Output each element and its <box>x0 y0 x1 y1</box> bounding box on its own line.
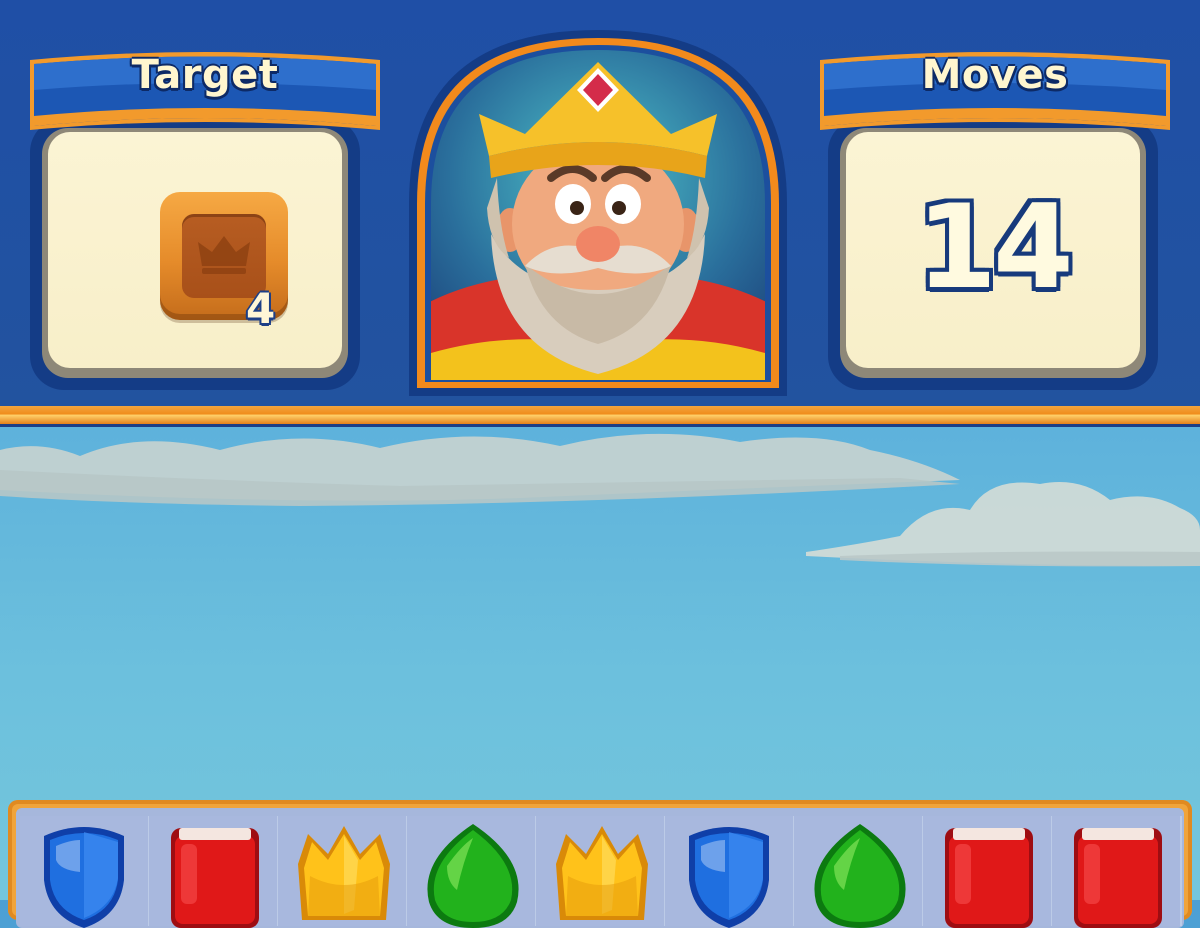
target-banner: Target <box>26 38 384 134</box>
board-cell[interactable] <box>407 816 537 928</box>
crown-emblem-icon <box>198 236 250 274</box>
yellow-crown-gem-icon[interactable] <box>288 820 400 928</box>
blue-shield-gem-icon[interactable] <box>675 820 787 928</box>
board-cell[interactable] <box>149 816 279 928</box>
moves-banner: Moves <box>816 38 1174 134</box>
target-panel-face: 4 <box>48 132 342 368</box>
cloud-right <box>806 482 1200 567</box>
board-cell[interactable] <box>665 816 795 928</box>
target-panel: 4 <box>30 118 360 390</box>
red-book-gem-icon[interactable] <box>1062 820 1174 928</box>
target-count: 4 <box>246 284 276 333</box>
red-book-gem-icon[interactable] <box>159 820 271 928</box>
board-cell[interactable] <box>536 816 666 926</box>
red-book-gem-icon[interactable] <box>933 820 1045 928</box>
board-cell[interactable] <box>20 816 150 928</box>
board-cell[interactable] <box>794 816 924 928</box>
target-panel-frame: 4 <box>42 128 348 378</box>
yellow-crown-gem-icon[interactable] <box>546 820 658 928</box>
moves-label: Moves <box>921 52 1069 98</box>
moves-counter: 14 <box>916 180 1073 315</box>
board-cell[interactable] <box>278 816 408 926</box>
green-leaf-gem-icon[interactable] <box>804 820 916 928</box>
moves-panel-frame: 14 <box>840 128 1146 378</box>
board-cell[interactable] <box>1052 816 1182 928</box>
gem-board-grid <box>16 808 1184 928</box>
board-cell[interactable] <box>923 816 1053 928</box>
gem-board <box>8 800 1192 928</box>
green-leaf-gem-icon[interactable] <box>417 820 529 928</box>
moves-panel: 14 <box>828 118 1158 390</box>
blue-shield-gem-icon[interactable] <box>30 820 142 928</box>
king-portrait <box>405 28 791 400</box>
target-label: Target <box>131 52 279 98</box>
moves-panel-face: 14 <box>846 132 1140 368</box>
